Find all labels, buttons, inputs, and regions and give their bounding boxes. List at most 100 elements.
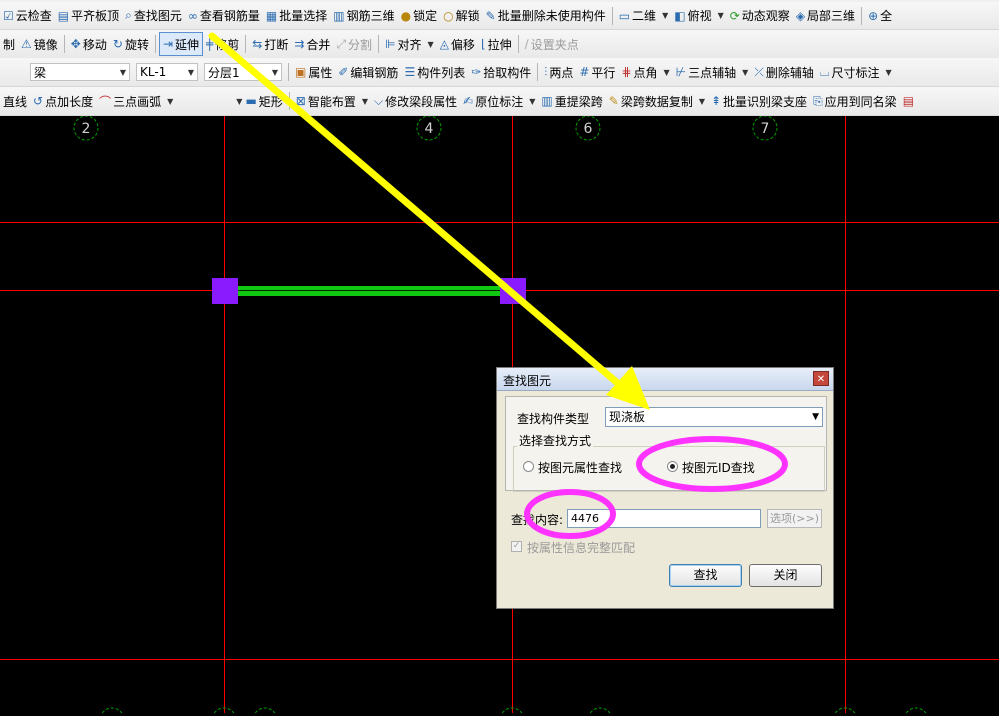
in-situ-annotation-dropdown[interactable]: ✍ 原位标注 ▼ xyxy=(460,90,538,112)
chevron-down-icon: ▼ xyxy=(742,67,749,77)
smart-layout-dropdown[interactable]: ⊠ 智能布置 ▼ xyxy=(293,90,371,112)
more-icon[interactable]: ▤ xyxy=(900,90,917,112)
edit-rebar-button[interactable]: ✐ 编辑钢筋 xyxy=(335,61,401,83)
column[interactable] xyxy=(212,278,238,304)
three-point-axis-dropdown[interactable]: ⊬ 三点辅轴 ▼ xyxy=(673,61,752,83)
batch-select-icon: ▦ xyxy=(265,8,278,23)
chevron-down-icon: ▼ xyxy=(812,412,819,422)
modify-beam-segment-button[interactable]: ⌵ 修改梁段属性 xyxy=(371,90,460,112)
arc-icon: ⌒ xyxy=(99,94,112,109)
element-type-dropdown[interactable]: 现浇板 ▼ xyxy=(605,407,823,427)
chevron-down-icon: ▼ xyxy=(187,67,194,77)
mirror-button[interactable]: ⚠ 镜像 xyxy=(18,33,61,55)
rotate-icon: ↻ xyxy=(112,37,123,51)
local-3d-icon: ◈ xyxy=(795,8,806,23)
two-point-axis-button[interactable]: ⫶ 两点 xyxy=(541,61,576,83)
split-button[interactable]: ⤢ 分割 xyxy=(333,33,375,55)
merge-button[interactable]: ⇉ 合并 xyxy=(291,33,333,55)
dialog-titlebar[interactable]: 查找图元 ✕ xyxy=(497,368,833,391)
copy-span-data-dropdown[interactable]: ✎ 梁跨数据复制 ▼ xyxy=(606,90,708,112)
copy-button[interactable]: 制 xyxy=(0,33,18,55)
chevron-down-icon: ▼ xyxy=(119,67,126,77)
local-3d-button[interactable]: ◈ 局部三维 xyxy=(793,5,858,27)
align-icon: ⊫ xyxy=(385,37,396,51)
full-screen-button[interactable]: ⊕ 全 xyxy=(865,5,895,27)
orbit-icon: ⟳ xyxy=(729,8,740,23)
top-view-dropdown[interactable]: ◧ 俯视 ▼ xyxy=(671,5,727,27)
search-by-id-radio[interactable] xyxy=(667,461,678,472)
modify-beam-icon: ⌵ xyxy=(374,93,384,108)
lock-button[interactable]: ● 锁定 xyxy=(398,5,441,27)
close-icon[interactable]: ✕ xyxy=(813,371,829,386)
break-button[interactable]: ⇆ 打断 xyxy=(249,33,291,55)
eyedropper-icon: ✑ xyxy=(471,65,482,79)
move-icon: ✥ xyxy=(70,37,81,51)
delete-axis-icon: ⤫ xyxy=(754,64,764,79)
point-length-button[interactable]: ↺ 点加长度 xyxy=(30,90,96,112)
batch-identify-support-button[interactable]: ⇞ 批量识别梁支座 xyxy=(708,90,810,112)
stretch-button[interactable]: ⌊ 拉伸 xyxy=(478,33,515,55)
options-button[interactable]: 选项(>>) xyxy=(767,509,822,528)
trim-button[interactable]: ╪ 修剪 xyxy=(203,33,242,55)
close-button[interactable]: 关闭 xyxy=(749,564,822,587)
find-element-button[interactable]: ⌕ 查找图元 xyxy=(122,5,185,27)
smart-layout-icon: ⊠ xyxy=(295,94,306,108)
toolbar-area: ☑ 云检查 ▤ 平齐板顶 ⌕ 查找图元 ∞ 查看钢筋量 ▦ 批量选择 ▥ 钢筋三维 ● 锁定 … xyxy=(0,0,999,116)
complete-match-label: 按属性信息完整匹配 xyxy=(527,541,636,555)
batch-delete-unused-button[interactable]: ✎ 批量删除未使用构件 xyxy=(483,5,609,27)
draw-mode-dropdown[interactable] xyxy=(176,90,232,112)
search-content-input[interactable]: 4476 xyxy=(567,509,761,528)
element-list-button[interactable]: ☰ 构件列表 xyxy=(401,61,468,83)
unlock-button[interactable]: ○ 解锁 xyxy=(440,5,483,27)
line-button[interactable]: 直线 xyxy=(0,90,30,112)
toolbar-row-1: ☑ 云检查 ▤ 平齐板顶 ⌕ 查找图元 ∞ 查看钢筋量 ▦ 批量选择 ▥ 钢筋三维 ● 锁定 … xyxy=(0,2,999,30)
column[interactable] xyxy=(500,278,526,304)
offset-button[interactable]: ◬ 偏移 xyxy=(437,33,478,55)
pick-element-button[interactable]: ✑ 拾取构件 xyxy=(468,61,534,83)
align-dropdown[interactable]: ⊫ 对齐 ▼ xyxy=(382,33,437,55)
search-mode-title: 选择查找方式 xyxy=(517,432,594,449)
layer-select[interactable]: 分层1 ▼ xyxy=(204,63,282,81)
rebar-3d-icon: ▥ xyxy=(333,8,345,23)
delete-axis-button[interactable]: ⤫ 删除辅轴 xyxy=(751,61,817,83)
search-by-attribute-radio[interactable] xyxy=(523,461,534,472)
parallel-axis-button[interactable]: # 平行 xyxy=(576,61,618,83)
cube-icon: ◧ xyxy=(674,8,686,23)
axis-bubble xyxy=(253,707,277,716)
apply-icon: ⎘ xyxy=(813,93,823,108)
cloud-check-button[interactable]: ☑ 云检查 xyxy=(0,5,55,27)
rectangle-button[interactable]: ▬ 矩形 xyxy=(242,90,285,112)
dimension-dropdown[interactable]: ⌴ 尺寸标注 ▼ xyxy=(817,61,895,83)
three-point-arc-dropdown[interactable]: ⌒ 三点画弧 ▼ xyxy=(96,90,176,112)
list-icon: ☰ xyxy=(404,65,416,79)
element-name-select[interactable]: KL-1 ▼ xyxy=(136,63,198,81)
axis-bubble xyxy=(100,707,124,716)
find-button[interactable]: 查找 xyxy=(669,564,742,587)
align-slab-top-button[interactable]: ▤ 平齐板顶 xyxy=(55,5,122,27)
element-type-select[interactable]: 梁 ▼ xyxy=(30,63,130,81)
support-icon: ⇞ xyxy=(710,94,722,108)
chevron-down-icon: ▼ xyxy=(529,96,536,106)
zoom-icon: ⊕ xyxy=(868,8,879,23)
chevron-down-icon: ▼ xyxy=(663,67,670,77)
set-grip-button[interactable]: ∕ 设置夹点 xyxy=(522,33,582,55)
search-by-attribute-label: 按图元属性查找 xyxy=(538,461,623,475)
move-button[interactable]: ✥ 移动 xyxy=(68,33,110,55)
point-angle-dropdown[interactable]: ⋕ 点角 ▼ xyxy=(618,61,672,83)
rotate-button[interactable]: ↻ 旋转 xyxy=(110,33,152,55)
view-2d-dropdown[interactable]: ▭ 二维 ▼ xyxy=(616,5,672,27)
extend-button[interactable]: ⇥ 延伸 xyxy=(158,32,204,56)
apply-same-name-button[interactable]: ⎘ 应用到同名梁 xyxy=(810,90,900,112)
properties-button[interactable]: ▣ 属性 xyxy=(292,61,335,83)
re-extract-span-button[interactable]: ▥ 重提梁跨 xyxy=(538,90,605,112)
axis-label: 6 xyxy=(584,121,593,137)
merge-icon: ⇉ xyxy=(294,37,305,51)
delete-icon: ✎ xyxy=(485,8,496,23)
two-point-icon: ⫶ xyxy=(544,64,548,79)
complete-match-checkbox[interactable]: ✓ xyxy=(511,541,522,552)
dynamic-orbit-button[interactable]: ⟳ 动态观察 xyxy=(727,5,793,27)
lock-icon: ● xyxy=(400,8,412,23)
rebar-3d-button[interactable]: ▥ 钢筋三维 xyxy=(330,5,397,27)
view-rebar-quantity-button[interactable]: ∞ 查看钢筋量 xyxy=(185,5,263,27)
batch-select-button[interactable]: ▦ 批量选择 xyxy=(263,5,330,27)
